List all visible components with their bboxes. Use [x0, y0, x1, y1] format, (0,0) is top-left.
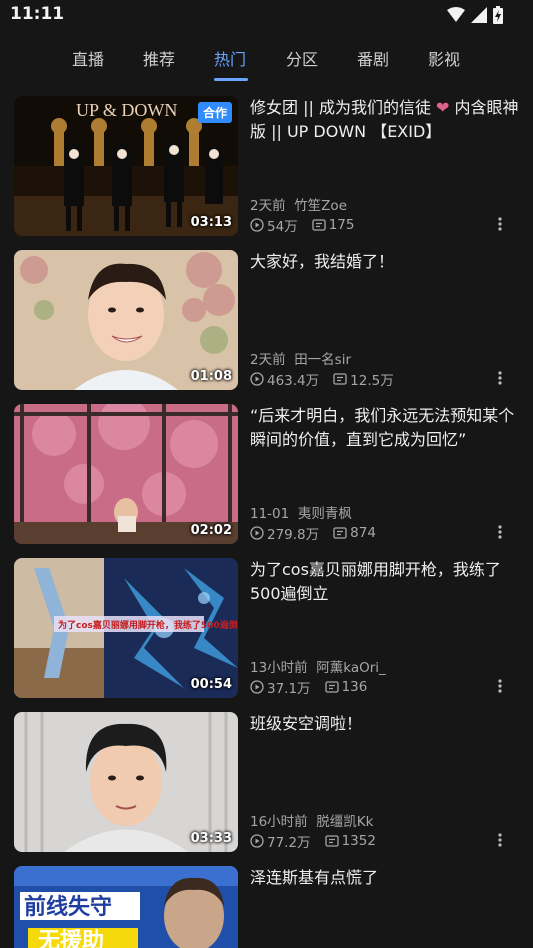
danmaku-count: 175 — [328, 217, 355, 233]
danmaku-icon — [333, 527, 347, 539]
video-meta: 2天前 竹笙Zoe — [250, 194, 347, 214]
battery-icon — [493, 6, 503, 24]
more-options-icon[interactable] — [494, 678, 506, 694]
video-stats: 77.2万 1352 — [250, 831, 376, 851]
danmaku-count: 874 — [350, 525, 376, 541]
status-time: 11:11 — [10, 4, 65, 24]
danmaku-icon — [312, 219, 326, 231]
view-count: 77.2万 — [267, 835, 311, 851]
play-count-icon — [250, 834, 264, 848]
title-part: 修女团 || 成为我们的信徒 — [250, 98, 437, 117]
video-card[interactable]: UP & DOWN 合作 03:13 修女团 || 成为我们的信徒 ❤ 内含眼神… — [14, 96, 524, 236]
publish-time: 11-01 — [250, 506, 290, 522]
video-duration: 00:54 — [190, 677, 232, 692]
danmaku-count: 12.5万 — [350, 373, 394, 389]
video-meta: 2天前 田一名sir — [250, 348, 351, 368]
tab-popular[interactable]: 热门 — [214, 46, 246, 70]
danmaku-icon — [333, 373, 347, 385]
video-card[interactable]: 为了cos嘉贝丽娜用脚开枪，我练了500遍倒立 00:54 为了cos嘉贝丽娜用… — [14, 558, 524, 698]
video-card[interactable]: 前线失守 无援助 泽连斯基有点慌了 — [14, 866, 524, 948]
video-stats: 54万 175 — [250, 215, 354, 235]
video-title[interactable]: 班级安空调啦！ — [250, 712, 520, 736]
video-duration: 03:33 — [190, 831, 232, 846]
wifi-icon — [447, 7, 465, 22]
video-card[interactable]: 01:08 大家好，我结婚了！ 2天前 田一名sir 463.4万 12.5万 — [14, 250, 524, 390]
tab-film-tv[interactable]: 影视 — [428, 46, 460, 70]
active-tab-indicator — [214, 78, 248, 81]
video-card[interactable]: 03:33 班级安空调啦！ 16小时前 脱缰凯Kk 77.2万 1352 — [14, 712, 524, 852]
thumb-caption-text: 为了cos嘉贝丽娜用脚开枪，我练了500遍倒立 — [58, 619, 238, 631]
thumb-headline-2: 无援助 — [38, 929, 104, 948]
play-count-icon — [250, 526, 264, 540]
author-name[interactable]: 脱缰凯Kk — [316, 814, 373, 830]
status-icons — [447, 6, 503, 24]
video-thumbnail[interactable]: 02:02 — [14, 404, 238, 544]
tab-recommend[interactable]: 推荐 — [143, 46, 175, 70]
publish-time: 2天前 — [250, 352, 286, 368]
more-options-icon[interactable] — [494, 370, 506, 386]
publish-time: 2天前 — [250, 198, 286, 214]
category-tabs: 直播 推荐 热门 分区 番剧 影视 — [0, 36, 533, 86]
play-count-icon — [250, 372, 264, 386]
video-meta: 16小时前 脱缰凯Kk — [250, 810, 373, 830]
signal-icon — [471, 7, 487, 23]
video-thumbnail[interactable]: 01:08 — [14, 250, 238, 390]
more-options-icon[interactable] — [494, 216, 506, 232]
video-stats: 279.8万 874 — [250, 523, 376, 543]
video-title[interactable]: 修女团 || 成为我们的信徒 ❤ 内含眼神版 || UP DOWN 【EXID】 — [250, 96, 520, 144]
video-title[interactable]: 泽连斯基有点慌了 — [250, 866, 520, 890]
danmaku-count: 136 — [341, 679, 368, 695]
video-card[interactable]: 02:02 “后来才明白，我们永远无法预知某个瞬间的价值，直到它成为回忆” 11… — [14, 404, 524, 544]
danmaku-count: 1352 — [341, 833, 376, 849]
video-meta: 11-01 夷则青枫 — [250, 502, 352, 522]
video-title[interactable]: 为了cos嘉贝丽娜用脚开枪，我练了500遍倒立 — [250, 558, 520, 606]
more-options-icon[interactable] — [494, 524, 506, 540]
author-name[interactable]: 田一名sir — [294, 352, 351, 368]
video-duration: 03:13 — [190, 215, 232, 230]
more-options-icon[interactable] — [494, 832, 506, 848]
author-name[interactable]: 阿薰kaOri_ — [316, 660, 386, 676]
play-count-icon — [250, 218, 264, 232]
thumb-headline-1: 前线失守 — [24, 894, 112, 920]
video-meta: 13小时前 阿薰kaOri_ — [250, 656, 386, 676]
thumb-title-text: UP & DOWN — [76, 100, 177, 120]
video-thumbnail[interactable]: 为了cos嘉贝丽娜用脚开枪，我练了500遍倒立 00:54 — [14, 558, 238, 698]
heart-icon: ❤ — [436, 98, 450, 117]
view-count: 463.4万 — [267, 373, 320, 389]
danmaku-icon — [324, 835, 339, 847]
video-thumbnail[interactable]: UP & DOWN 合作 03:13 — [14, 96, 238, 236]
publish-time: 13小时前 — [250, 660, 308, 676]
danmaku-icon — [324, 681, 339, 693]
tab-anime[interactable]: 番剧 — [357, 46, 389, 70]
status-bar: 11:11 — [0, 0, 533, 30]
video-thumbnail[interactable]: 03:33 — [14, 712, 238, 852]
video-duration: 02:02 — [190, 523, 232, 538]
author-name[interactable]: 竹笙Zoe — [294, 198, 347, 214]
publish-time: 16小时前 — [250, 814, 308, 830]
tab-categories[interactable]: 分区 — [286, 46, 318, 70]
video-title[interactable]: 大家好，我结婚了！ — [250, 250, 520, 274]
collab-badge: 合作 — [197, 102, 232, 123]
author-name[interactable]: 夷则青枫 — [298, 506, 352, 522]
tab-live[interactable]: 直播 — [72, 46, 104, 70]
video-duration: 01:08 — [190, 369, 232, 384]
video-stats: 463.4万 12.5万 — [250, 369, 394, 389]
view-count: 279.8万 — [267, 527, 320, 543]
video-stats: 37.1万 136 — [250, 677, 367, 697]
view-count: 37.1万 — [267, 681, 311, 697]
video-title[interactable]: “后来才明白，我们永远无法预知某个瞬间的价值，直到它成为回忆” — [250, 404, 520, 452]
video-thumbnail[interactable]: 前线失守 无援助 — [14, 866, 238, 948]
view-count: 54万 — [267, 219, 298, 235]
play-count-icon — [250, 680, 264, 694]
